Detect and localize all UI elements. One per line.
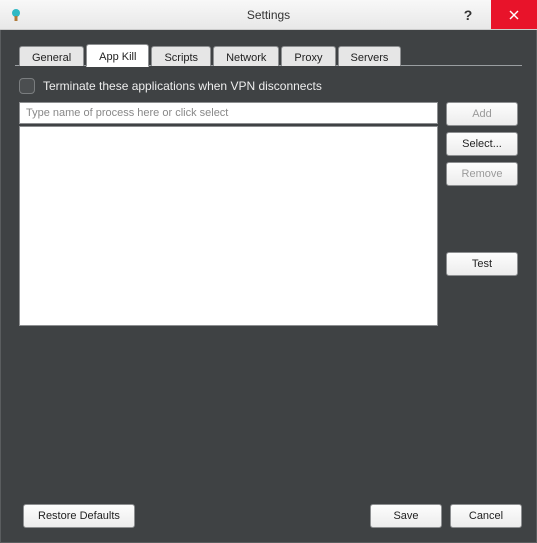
select-button[interactable]: Select... (446, 132, 518, 156)
tab-bar: General App Kill Scripts Network Proxy S… (15, 44, 522, 66)
terminate-row: Terminate these applications when VPN di… (19, 78, 518, 94)
add-button[interactable]: Add (446, 102, 518, 126)
save-button[interactable]: Save (370, 504, 442, 528)
close-button[interactable] (491, 0, 537, 29)
tab-network[interactable]: Network (213, 46, 279, 66)
close-icon (509, 10, 519, 20)
terminate-checkbox[interactable] (19, 78, 35, 94)
window-controls: ? (445, 0, 537, 29)
process-list[interactable] (19, 126, 438, 326)
process-name-input[interactable] (19, 102, 438, 124)
title-bar: Settings ? (0, 0, 537, 30)
remove-button[interactable]: Remove (446, 162, 518, 186)
client-area: General App Kill Scripts Network Proxy S… (0, 30, 537, 543)
tab-scripts[interactable]: Scripts (151, 46, 211, 66)
test-button[interactable]: Test (446, 252, 518, 276)
tab-appkill[interactable]: App Kill (86, 44, 149, 67)
restore-defaults-button[interactable]: Restore Defaults (23, 504, 135, 528)
tab-servers[interactable]: Servers (338, 46, 402, 66)
tab-general[interactable]: General (19, 46, 84, 66)
app-icon (8, 7, 24, 23)
appkill-panel: Terminate these applications when VPN di… (15, 66, 522, 326)
terminate-label: Terminate these applications when VPN di… (43, 79, 322, 93)
help-button[interactable]: ? (445, 0, 491, 29)
dialog-footer: Restore Defaults Save Cancel (15, 504, 522, 528)
cancel-button[interactable]: Cancel (450, 504, 522, 528)
tab-proxy[interactable]: Proxy (281, 46, 335, 66)
